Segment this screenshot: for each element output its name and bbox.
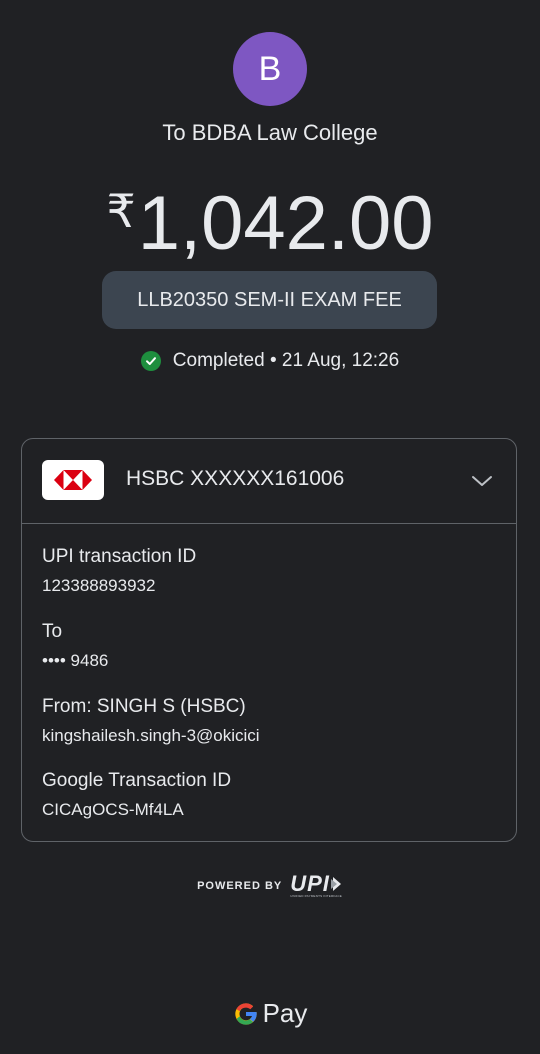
- google-pay-logo: Pay: [0, 998, 540, 1029]
- detail-value: •••• 9486: [42, 651, 109, 670]
- detail-label: From: SINGH S (HSBC): [42, 696, 246, 717]
- detail-label: UPI transaction ID: [42, 546, 197, 567]
- detail-label: Google Transaction ID: [42, 770, 232, 791]
- google-g-icon: [234, 1002, 257, 1025]
- payment-amount: ₹1,042.00: [0, 168, 540, 267]
- powered-by-upi: POWERED BY UPI UNIFIED PAYMENTS INTERFAC…: [0, 871, 540, 899]
- upi-tagline: UNIFIED PAYMENTS INTERFACE: [290, 894, 343, 898]
- currency-symbol: ₹: [106, 185, 136, 237]
- status-row: Completed • 21 Aug, 12:26: [0, 350, 540, 372]
- gpay-text: Pay: [262, 998, 308, 1028]
- avatar-letter: B: [258, 49, 282, 88]
- payment-receipt-screen: B To BDBA Law College ₹1,042.00 LLB20350…: [0, 0, 540, 1054]
- to-account-detail: To •••• 9486: [42, 620, 108, 672]
- status-text: Completed: [172, 350, 265, 371]
- transaction-details-card: HSBC XXXXXX161006 UPI transaction ID 123…: [21, 438, 517, 842]
- upi-logo-icon: UPI UNIFIED PAYMENTS INTERFACE: [290, 871, 343, 899]
- payment-note: LLB20350 SEM-II EXAM FEE: [137, 288, 402, 311]
- detail-value[interactable]: CICAgOCS-Mf4LA: [42, 799, 231, 821]
- check-circle-icon: [140, 351, 161, 371]
- detail-value[interactable]: 123388893932: [42, 575, 196, 597]
- recipient-name: To BDBA Law College: [162, 120, 378, 145]
- upi-logo-text: UPI: [290, 871, 330, 896]
- chevron-down-icon[interactable]: [470, 469, 494, 493]
- avatar[interactable]: B: [233, 32, 307, 106]
- payment-note-chip: LLB20350 SEM-II EXAM FEE: [102, 271, 437, 329]
- detail-value: kingshailesh.singh-3@okicici: [42, 726, 260, 745]
- status-separator: •: [264, 350, 282, 371]
- powered-by-text: POWERED BY: [197, 880, 283, 892]
- upi-transaction-id-detail: UPI transaction ID 123388893932: [42, 545, 196, 597]
- hsbc-logo-icon: [42, 460, 104, 500]
- google-transaction-id-detail: Google Transaction ID CICAgOCS-Mf4LA: [42, 769, 231, 821]
- from-account-detail: From: SINGH S (HSBC) kingshailesh.singh-…: [42, 695, 260, 747]
- transaction-datetime: 21 Aug, 12:26: [281, 350, 400, 371]
- amount-value: 1,042.00: [137, 181, 434, 266]
- detail-label: To: [42, 621, 63, 642]
- bank-account-name: HSBC XXXXXX161006: [126, 467, 345, 490]
- bank-account-row[interactable]: HSBC XXXXXX161006: [22, 439, 516, 524]
